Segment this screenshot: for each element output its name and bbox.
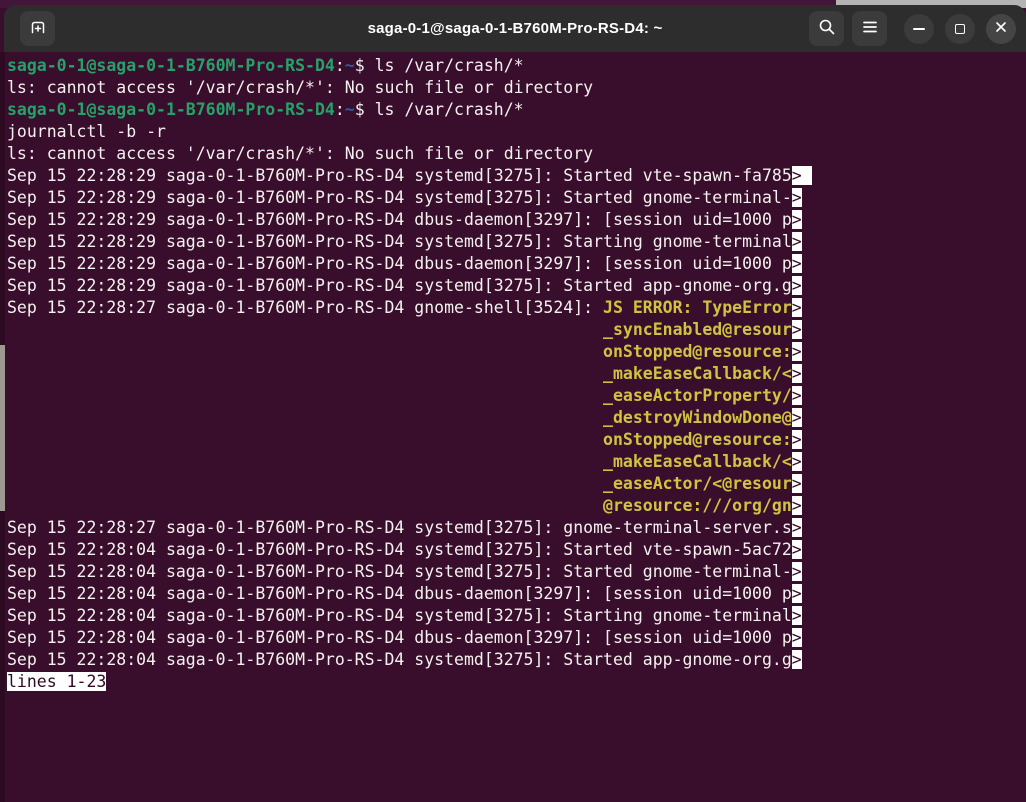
titlebar-controls: [809, 11, 1016, 46]
close-icon: [994, 20, 1008, 37]
terminal-line: _easeActorProperty/>: [7, 385, 1026, 407]
terminal-output[interactable]: saga-0-1@saga-0-1-B760M-Pro-RS-D4:~$ ls …: [5, 52, 1026, 802]
titlebar[interactable]: saga-0-1@saga-0-1-B760M-Pro-RS-D4: ~: [4, 5, 1026, 52]
terminal-line: _makeEaseCallback/<>: [7, 363, 1026, 385]
maximize-icon: [955, 24, 965, 34]
maximize-button[interactable]: [945, 14, 975, 44]
minimize-icon: [913, 28, 925, 30]
menu-icon: [862, 20, 878, 37]
terminal-line: _easeActor/<@resour>: [7, 473, 1026, 495]
terminal-line: saga-0-1@saga-0-1-B760M-Pro-RS-D4:~$ ls …: [7, 55, 1026, 77]
terminal-line: @resource:///org/gn>: [7, 495, 1026, 517]
close-button[interactable]: [986, 14, 1016, 44]
terminal-line: Sep 15 22:28:29 saga-0-1-B760M-Pro-RS-D4…: [7, 165, 1026, 187]
minimize-button[interactable]: [904, 14, 934, 44]
terminal-line: _makeEaseCallback/<>: [7, 451, 1026, 473]
terminal-line: Sep 15 22:28:04 saga-0-1-B760M-Pro-RS-D4…: [7, 627, 1026, 649]
search-button[interactable]: [809, 11, 844, 46]
terminal-line: Sep 15 22:28:29 saga-0-1-B760M-Pro-RS-D4…: [7, 275, 1026, 297]
menu-button[interactable]: [852, 11, 887, 46]
terminal-line: Sep 15 22:28:04 saga-0-1-B760M-Pro-RS-D4…: [7, 605, 1026, 627]
terminal-line: ls: cannot access '/var/crash/*': No suc…: [7, 77, 1026, 99]
terminal-line: lines 1-23: [7, 671, 1026, 693]
terminal-line: saga-0-1@saga-0-1-B760M-Pro-RS-D4:~$ ls …: [7, 99, 1026, 121]
search-icon: [818, 18, 836, 39]
terminal-line: Sep 15 22:28:27 saga-0-1-B760M-Pro-RS-D4…: [7, 297, 1026, 319]
terminal-line: onStopped@resource:>: [7, 429, 1026, 451]
terminal-line: Sep 15 22:28:27 saga-0-1-B760M-Pro-RS-D4…: [7, 517, 1026, 539]
terminal-line: Sep 15 22:28:04 saga-0-1-B760M-Pro-RS-D4…: [7, 583, 1026, 605]
terminal-line: _syncEnabled@resour>: [7, 319, 1026, 341]
terminal-line: Sep 15 22:28:04 saga-0-1-B760M-Pro-RS-D4…: [7, 649, 1026, 671]
new-tab-icon: [29, 18, 47, 39]
new-tab-button[interactable]: [20, 11, 55, 46]
terminal-line: Sep 15 22:28:29 saga-0-1-B760M-Pro-RS-D4…: [7, 253, 1026, 275]
terminal-line: Sep 15 22:28:04 saga-0-1-B760M-Pro-RS-D4…: [7, 561, 1026, 583]
terminal-line: journalctl -b -r: [7, 121, 1026, 143]
terminal-line: Sep 15 22:28:29 saga-0-1-B760M-Pro-RS-D4…: [7, 209, 1026, 231]
terminal-line: Sep 15 22:28:29 saga-0-1-B760M-Pro-RS-D4…: [7, 231, 1026, 253]
terminal-line: Sep 15 22:28:04 saga-0-1-B760M-Pro-RS-D4…: [7, 539, 1026, 561]
terminal-line: onStopped@resource:>: [7, 341, 1026, 363]
terminal-line: _destroyWindowDone@>: [7, 407, 1026, 429]
terminal-line: ls: cannot access '/var/crash/*': No suc…: [7, 143, 1026, 165]
terminal-line: Sep 15 22:28:29 saga-0-1-B760M-Pro-RS-D4…: [7, 187, 1026, 209]
